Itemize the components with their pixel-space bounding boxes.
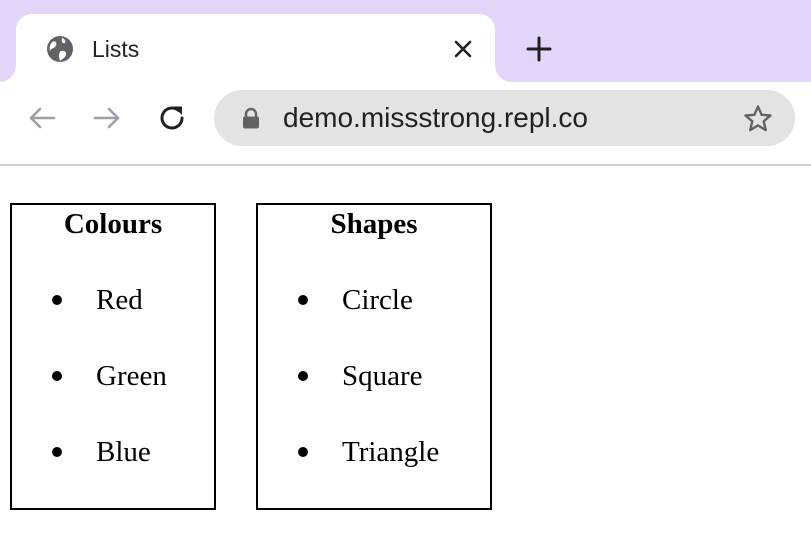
list-item-label: Green <box>96 360 167 392</box>
list-item: Red <box>12 282 214 318</box>
arrow-right-icon[interactable] <box>90 101 124 135</box>
reload-icon[interactable] <box>155 101 189 135</box>
list-item-label: Circle <box>342 284 413 316</box>
bullet-icon <box>52 295 62 305</box>
list-item-label: Square <box>342 360 423 392</box>
bullet-icon <box>298 447 308 457</box>
globe-icon <box>45 34 75 64</box>
page-content: Colours Red Green Blue Shapes Circle Squ… <box>0 166 811 542</box>
bullet-icon <box>298 371 308 381</box>
bullet-icon <box>52 447 62 457</box>
list-item-label: Blue <box>96 436 151 468</box>
browser-toolbar: demo.missstrong.repl.co <box>0 82 811 166</box>
list-item: Green <box>12 358 214 394</box>
list-item: Circle <box>258 282 490 318</box>
tab-strip: Lists <box>0 0 811 82</box>
list-item: Square <box>258 358 490 394</box>
url-text[interactable]: demo.missstrong.repl.co <box>283 102 588 134</box>
close-icon[interactable] <box>449 35 477 63</box>
plus-icon[interactable] <box>522 32 556 66</box>
list-heading: Shapes <box>330 208 418 240</box>
star-icon[interactable] <box>742 103 774 135</box>
address-bar[interactable]: demo.missstrong.repl.co <box>214 90 795 146</box>
lock-icon[interactable] <box>239 106 263 130</box>
list-heading: Colours <box>63 208 163 240</box>
list-item: Triangle <box>258 434 490 470</box>
shapes-list-box: Shapes Circle Square Triangle <box>256 203 492 510</box>
list-item-label: Red <box>96 284 143 316</box>
bullet-icon <box>52 371 62 381</box>
list-item: Blue <box>12 434 214 470</box>
tab-title: Lists <box>92 36 140 62</box>
bullet-icon <box>298 295 308 305</box>
list-item-label: Triangle <box>342 436 440 468</box>
arrow-left-icon[interactable] <box>25 101 59 135</box>
tab-lists[interactable]: Lists <box>0 14 511 82</box>
colours-list-box: Colours Red Green Blue <box>10 203 216 510</box>
